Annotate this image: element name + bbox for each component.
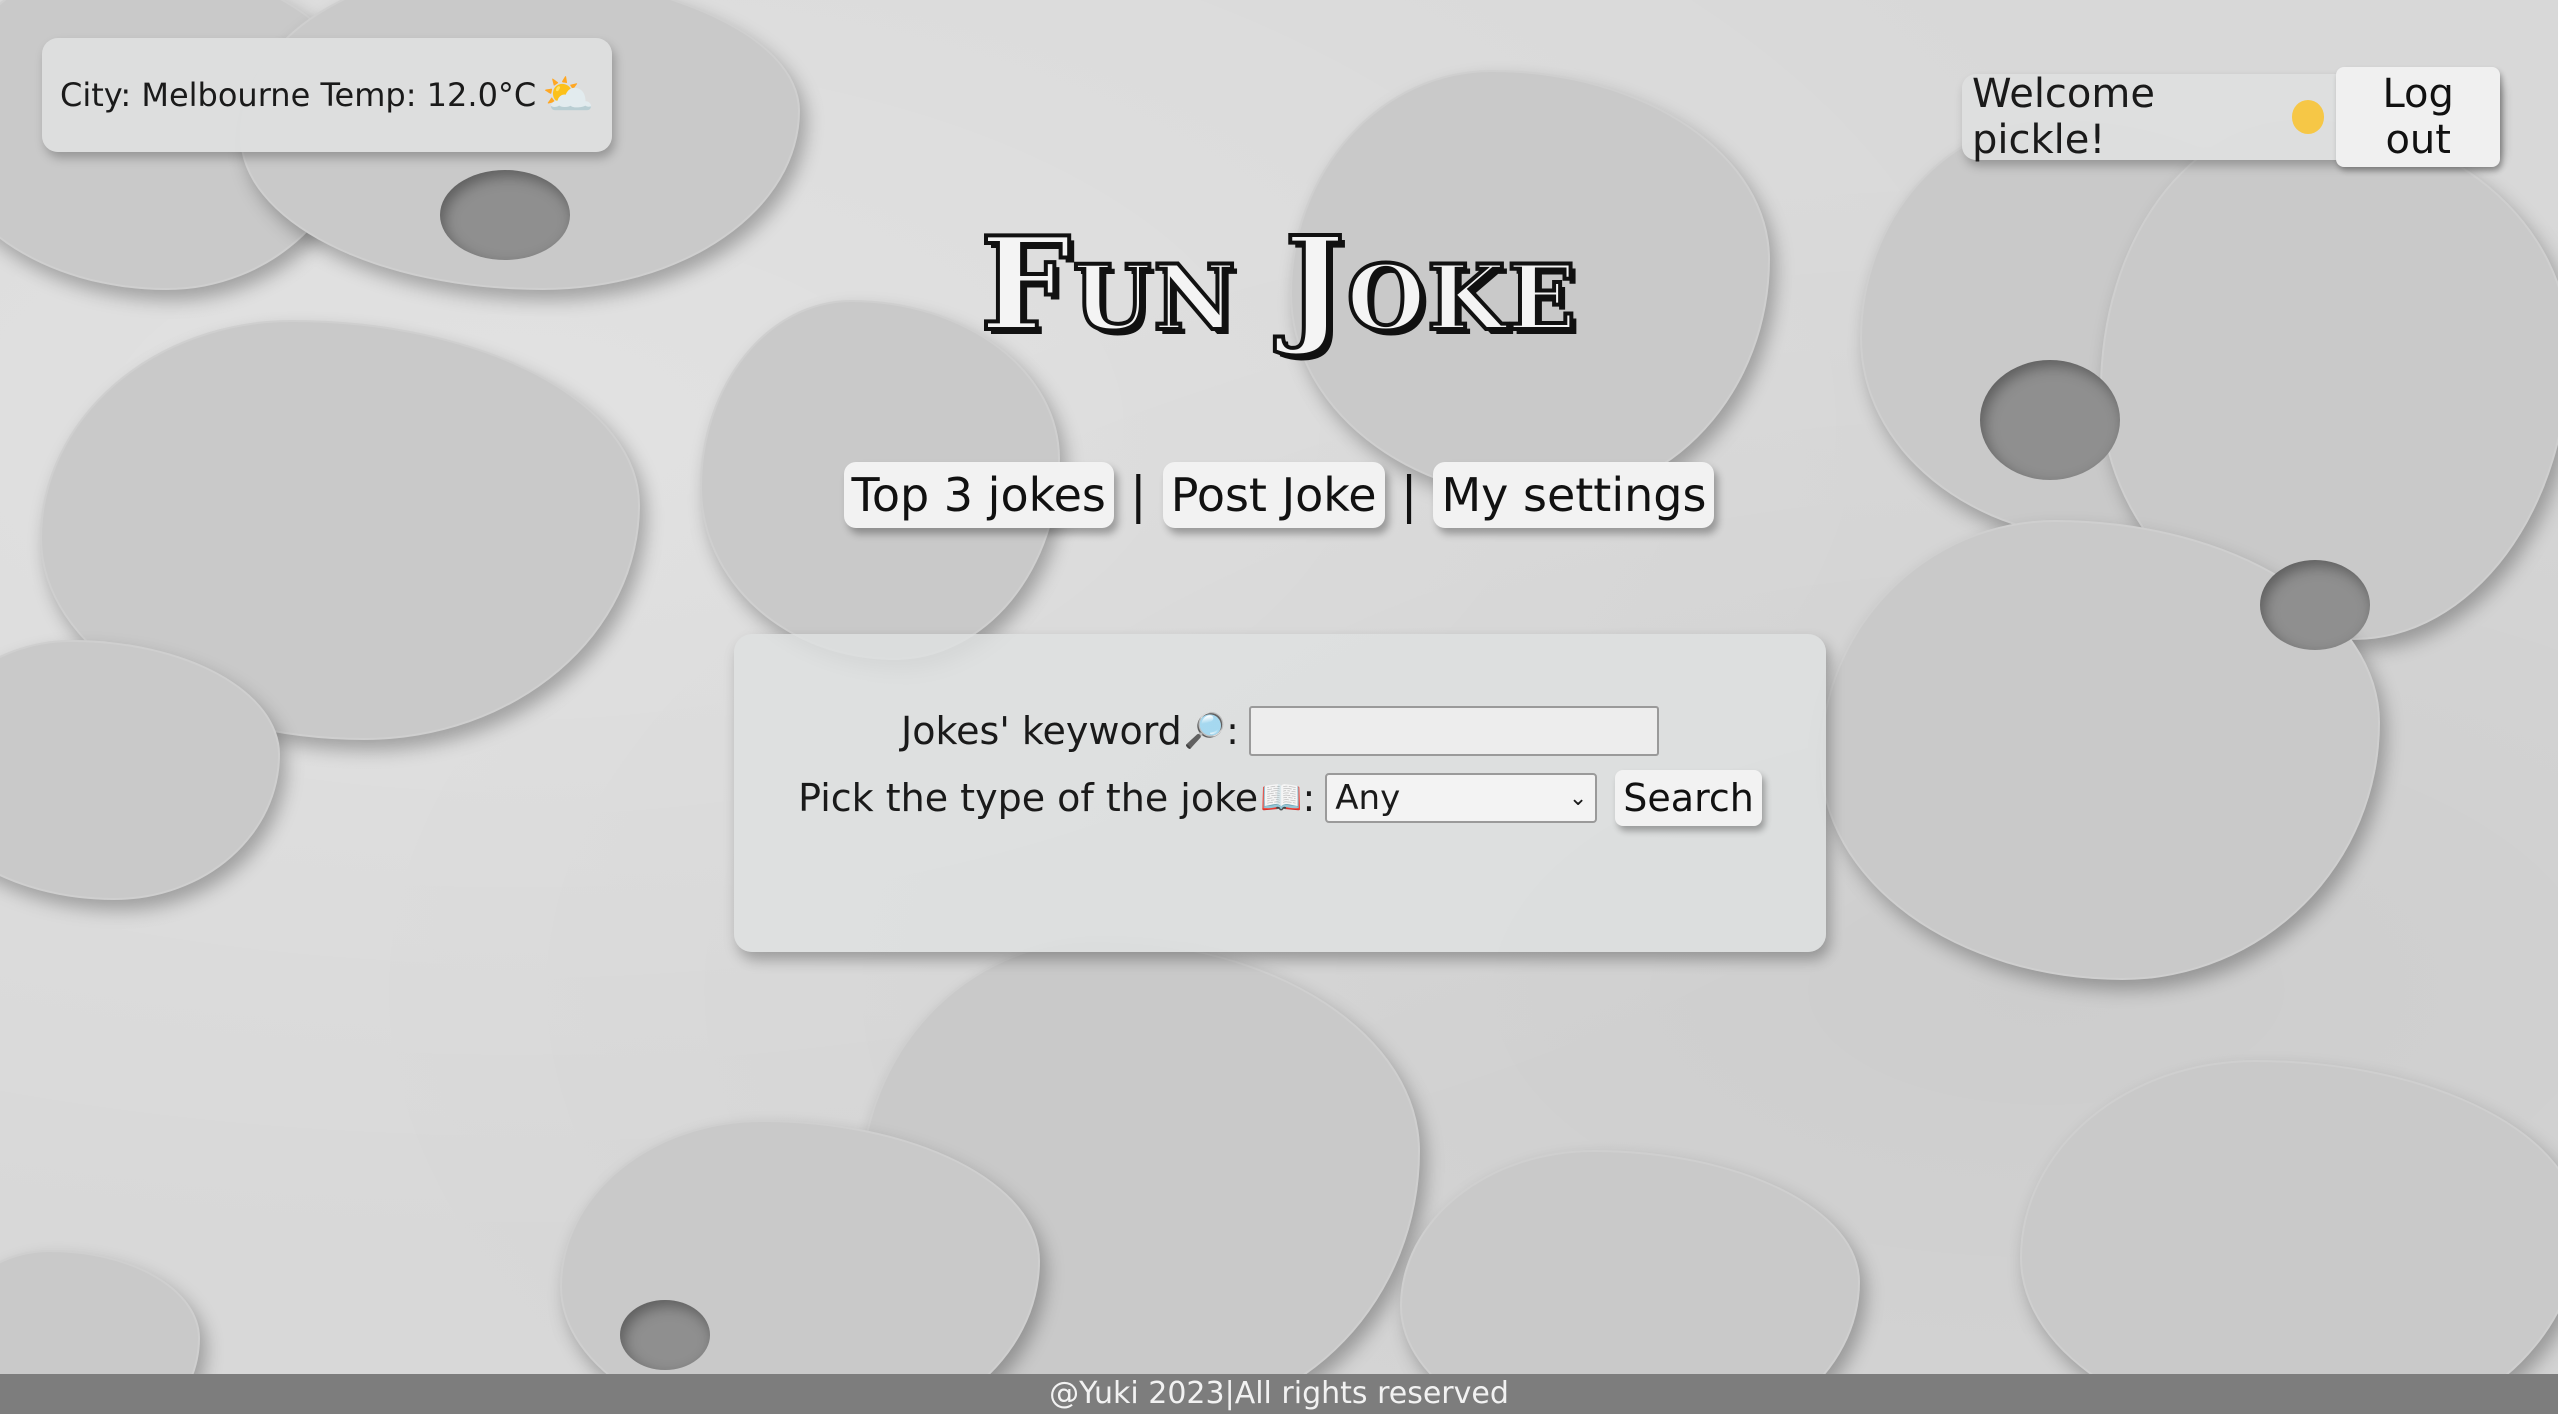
nav-my-settings-button[interactable]: My settings [1433,462,1715,528]
nav-separator: | [1129,466,1147,524]
type-row: Pick the type of the joke 📖 : Any ⌄ Sear… [734,770,1826,826]
keyword-label: Jokes' keyword [901,709,1182,753]
partly-cloudy-icon: ⛅ [542,70,595,119]
footer-text: @Yuki 2023|All rights reserved [1049,1376,1509,1411]
weather-widget: City: Melbourne Temp: 12.0°C ⛅ [42,38,612,152]
nav-top-3-jokes-button[interactable]: Top 3 jokes [843,462,1114,528]
main-nav: Top 3 jokes | Post Joke | My settings [0,462,2558,528]
page-title: Fun Joke [978,208,1578,362]
type-label: Pick the type of the joke [798,776,1259,820]
welcome-text: Welcome pickle! [1972,71,2155,163]
page: City: Melbourne Temp: 12.0°C ⛅ Welcome p… [0,0,2558,1414]
user-panel: Welcome pickle! Log out [1962,67,2500,167]
joke-type-select[interactable]: Any ⌄ [1325,773,1598,823]
footer: @Yuki 2023|All rights reserved [0,1374,2558,1414]
type-colon: : [1302,776,1316,820]
keyword-input[interactable] [1248,706,1659,756]
nav-separator: | [1400,466,1418,524]
chevron-down-icon: ⌄ [1568,785,1588,811]
magnifier-icon: 🔎 [1183,711,1227,751]
smile-emoji-icon [2291,100,2325,134]
joke-type-selected: Any [1335,778,1401,818]
weather-text: City: Melbourne Temp: 12.0°C [60,76,537,114]
open-book-icon: 📖 [1260,778,1303,818]
keyword-colon: : [1226,709,1239,753]
keyword-row: Jokes' keyword 🔎 : [734,706,1826,756]
logout-button[interactable]: Log out [2336,67,2500,167]
search-button[interactable]: Search [1615,770,1762,826]
nav-post-joke-button[interactable]: Post Joke [1162,462,1385,528]
search-panel: Jokes' keyword 🔎 : Pick the type of the … [734,634,1826,952]
